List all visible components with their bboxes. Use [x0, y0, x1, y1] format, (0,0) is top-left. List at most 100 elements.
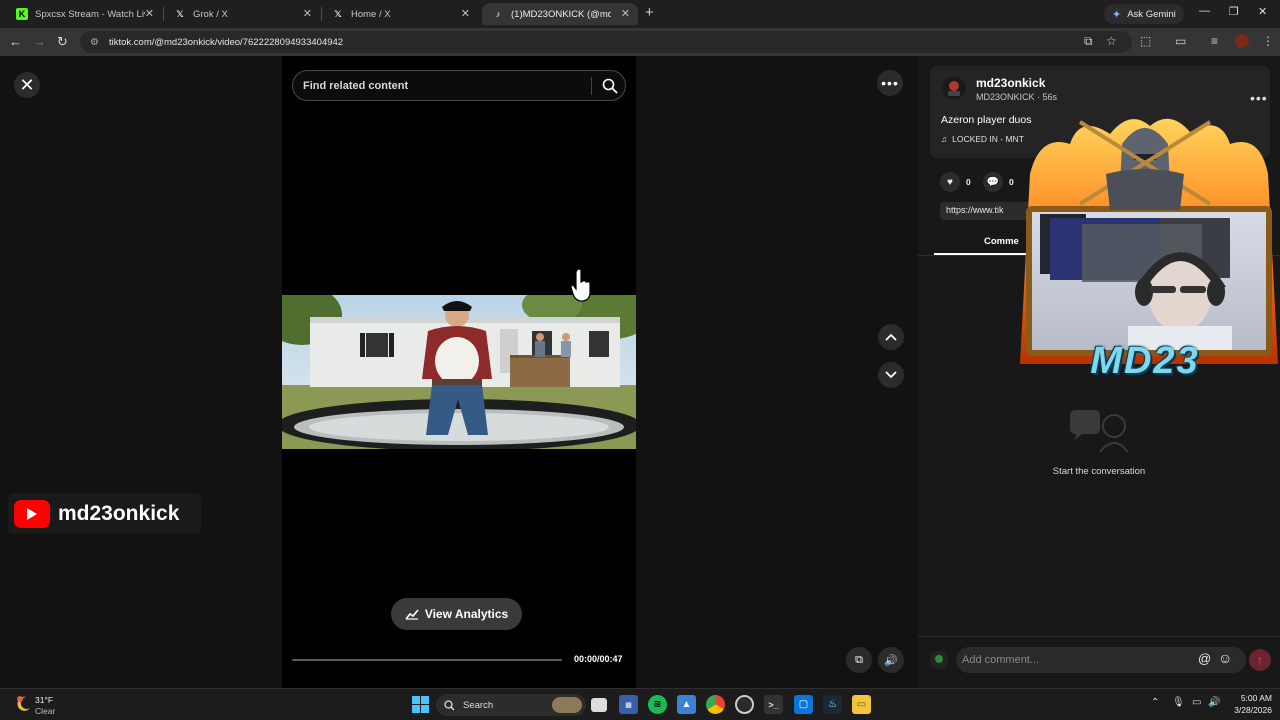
profile-avatar[interactable]	[1235, 34, 1249, 48]
more-options-icon[interactable]: •••	[877, 70, 903, 96]
url-text: tiktok.com/@md23onkick/video/76222280949…	[108, 36, 344, 48]
display-icon[interactable]: ▭	[1192, 697, 1201, 708]
taskbar-search-label: Search	[463, 699, 494, 711]
weather-temperature[interactable]: 31°F	[35, 695, 53, 705]
view-analytics-button[interactable]: View Analytics	[391, 598, 522, 630]
media-controls-icon[interactable]: ≡	[1211, 34, 1218, 48]
empty-comments-text: Start the conversation	[1052, 466, 1146, 477]
tab-label: Home / X	[351, 8, 391, 20]
extensions-icon[interactable]: ⬚	[1140, 34, 1151, 48]
ask-gemini-label: Ask Gemini	[1127, 8, 1176, 20]
tab-label: (1)MD23ONKICK (@md23c	[511, 8, 611, 20]
browser-tab-strip: K Spxcsx Stream - Watch Live on ✕ 𝕏 Grok…	[0, 0, 1280, 28]
tab-tiktok[interactable]: ♪ (1)MD23ONKICK (@md23c ✕	[482, 3, 638, 25]
previous-video-icon[interactable]	[878, 324, 904, 350]
tab-grok[interactable]: 𝕏 Grok / X ✕	[164, 3, 320, 25]
menu-dots-icon[interactable]: ⋮	[1262, 34, 1274, 48]
install-app-icon[interactable]: ⧉	[1084, 34, 1093, 49]
show-hidden-icons[interactable]: ⌃	[1151, 697, 1159, 708]
next-video-icon[interactable]	[878, 362, 904, 388]
photos-icon[interactable]: ▲	[677, 695, 696, 714]
windows-taskbar: 31°F Clear Search ▦ ≋ ▲ >_ ▢ ♨ ▭ ⌃ 🎙 ▭ 🔊…	[0, 688, 1280, 720]
close-window-icon[interactable]: ✕	[1258, 5, 1267, 18]
search-highlight-image	[552, 697, 582, 713]
reload-icon[interactable]: ↻	[57, 34, 68, 50]
split-view-icon[interactable]: ▭	[1175, 34, 1186, 48]
browser-toolbar: ← → ↻ ⚙ tiktok.com/@md23onkick/video/762…	[0, 28, 1280, 56]
chrome-icon[interactable]	[706, 695, 725, 714]
volume-tray-icon[interactable]: 🔊	[1208, 697, 1220, 708]
emoji-icon[interactable]: ☺	[1218, 650, 1232, 666]
close-tab-icon[interactable]: ✕	[621, 7, 630, 20]
new-tab-icon[interactable]: +	[645, 4, 654, 21]
steam-icon[interactable]: ♨	[823, 695, 842, 714]
close-tab-icon[interactable]: ✕	[461, 7, 470, 20]
task-view-icon[interactable]	[591, 698, 607, 712]
file-explorer-icon[interactable]: ▭	[852, 695, 871, 714]
x-logo-icon: 𝕏	[334, 8, 342, 19]
search-divider	[591, 77, 592, 95]
obs-icon[interactable]	[735, 695, 754, 714]
like-count: 0	[966, 177, 971, 187]
taskbar-search[interactable]: Search	[436, 694, 586, 716]
site-info-icon[interactable]: ⚙	[90, 37, 99, 48]
tab-label: Spxcsx Stream - Watch Live on	[35, 8, 145, 20]
creator-avatar[interactable]	[942, 76, 966, 100]
gemini-sparkle-icon: ✦	[1112, 8, 1122, 21]
video-player[interactable]: View Analytics 00:00/00:47	[282, 56, 636, 688]
picture-in-picture-icon[interactable]: ⧉	[846, 647, 872, 673]
related-search-input[interactable]	[303, 77, 583, 95]
ask-gemini-button[interactable]: ✦ Ask Gemini	[1104, 4, 1184, 24]
windows-start-icon[interactable]	[412, 696, 429, 713]
clock-date[interactable]: 3/28/2026	[1222, 705, 1272, 715]
panel-more-options-icon[interactable]: •••	[1250, 90, 1268, 106]
video-progress-bar[interactable]	[292, 659, 562, 661]
creator-username[interactable]: md23onkick	[976, 76, 1045, 90]
tiktok-icon: ♪	[495, 9, 501, 19]
video-frame	[282, 295, 636, 449]
weather-moon-icon[interactable]	[14, 695, 32, 713]
heart-icon: ♥	[940, 172, 960, 192]
tab-label: Grok / X	[193, 8, 228, 20]
clock-time[interactable]: 5:00 AM	[1232, 693, 1272, 703]
microphone-icon[interactable]: 🎙	[1172, 697, 1185, 708]
close-tab-icon[interactable]: ✕	[145, 7, 154, 20]
webcam-logo-text: MD23	[1090, 340, 1200, 382]
app-launcher-icon[interactable]: ▦	[619, 695, 638, 714]
close-video-button[interactable]: ✕	[14, 72, 40, 98]
like-button[interactable]: ♥ 0	[940, 172, 971, 192]
search-icon	[444, 699, 455, 710]
volume-icon[interactable]: 🔊	[878, 647, 904, 673]
creator-handle: MD23ONKICK · 56s	[976, 92, 1058, 102]
bookmark-star-icon[interactable]: ☆	[1106, 34, 1117, 48]
close-tab-icon[interactable]: ✕	[303, 7, 312, 20]
empty-comments-icon	[1070, 410, 1129, 453]
view-analytics-label: View Analytics	[424, 607, 509, 621]
kick-icon: K	[16, 8, 28, 20]
restore-icon[interactable]: ❐	[1229, 5, 1239, 18]
youtube-channel-name: md23onkick	[58, 501, 180, 525]
hand-cursor-icon	[570, 268, 591, 302]
youtube-logo-icon	[14, 499, 50, 528]
user-avatar	[930, 651, 948, 669]
mention-icon[interactable]: @	[1198, 651, 1211, 666]
terminal-icon[interactable]: >_	[764, 695, 783, 714]
search-icon[interactable]	[601, 77, 619, 95]
address-bar[interactable]: ⚙ tiktok.com/@md23onkick/video/762222809…	[80, 31, 1132, 53]
minimize-icon[interactable]: —	[1199, 5, 1210, 17]
app-blue-icon[interactable]: ▢	[794, 695, 813, 714]
youtube-channel-badge: md23onkick	[8, 493, 201, 534]
send-comment-button[interactable]: ↑	[1249, 649, 1271, 671]
webcam-overlay: MD23	[1010, 114, 1280, 384]
comment-composer: @ ☺ ↑	[918, 636, 1280, 688]
tab-home-x[interactable]: 𝕏 Home / X ✕	[322, 3, 478, 25]
tiktok-video-page: ✕ Find related content View Analytics 00…	[0, 56, 1280, 688]
music-note-icon: ♫	[941, 134, 948, 144]
weather-condition: Clear	[35, 706, 56, 716]
analytics-chart-icon	[405, 609, 419, 620]
spotify-icon[interactable]: ≋	[648, 695, 667, 714]
video-time: 00:00/00:47	[574, 654, 623, 664]
back-icon[interactable]: ←	[9, 34, 22, 49]
tab-kick-stream[interactable]: K Spxcsx Stream - Watch Live on ✕	[6, 3, 162, 25]
forward-icon[interactable]: →	[33, 34, 46, 49]
